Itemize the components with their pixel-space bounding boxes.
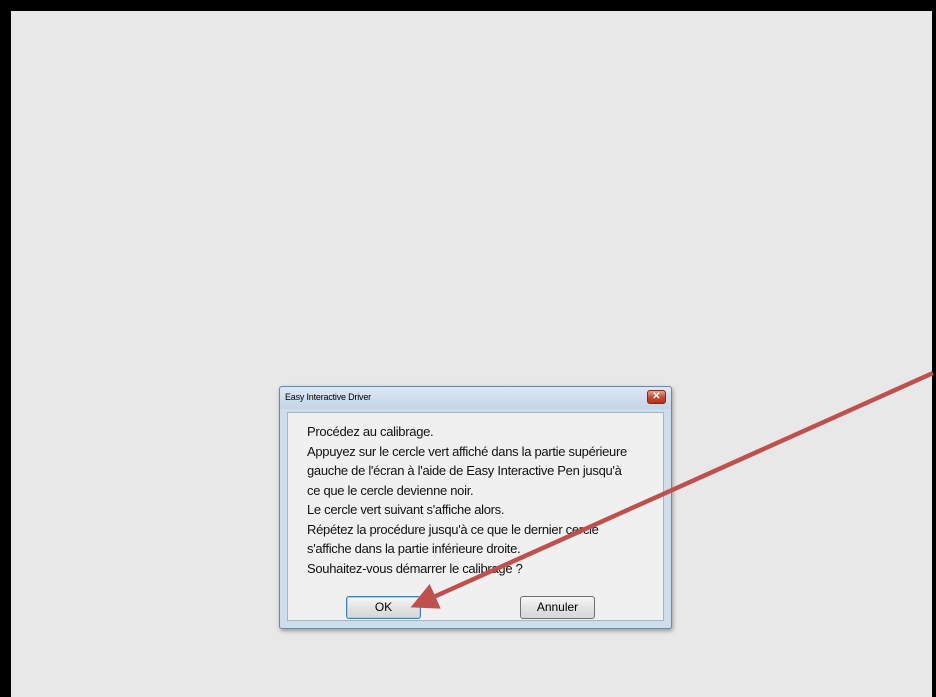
message-line: ce que le cercle devienne noir. xyxy=(307,482,474,498)
calibration-dialog: Easy Interactive Driver ✕ Procédez au ca… xyxy=(279,386,672,629)
message-line: Répétez la procédure jusqu'à ce que le d… xyxy=(307,521,599,537)
message-line: Le cercle vert suivant s'affiche alors. xyxy=(307,502,505,517)
dialog-body: Procédez au calibrage. Appuyez sur le ce… xyxy=(287,412,664,621)
dialog-titlebar[interactable]: Easy Interactive Driver ✕ xyxy=(280,387,671,409)
message-line: Appuyez sur le cercle vert affiché dans … xyxy=(307,443,627,459)
dialog-title: Easy Interactive Driver xyxy=(285,392,371,402)
message-line: Souhaitez-vous démarrer le calibrage ? xyxy=(307,560,523,576)
close-icon: ✕ xyxy=(652,391,661,402)
dialog-message: Procédez au calibrage. Appuyez sur le ce… xyxy=(307,422,627,578)
message-line: gauche de l'écran à l'aide de Easy Inter… xyxy=(307,463,622,478)
message-line: s'affiche dans la partie inférieure droi… xyxy=(307,541,521,556)
ok-button[interactable]: OK xyxy=(346,596,421,619)
message-line: Procédez au calibrage. xyxy=(307,424,434,439)
close-button[interactable]: ✕ xyxy=(647,390,666,404)
cancel-button[interactable]: Annuler xyxy=(520,596,595,619)
